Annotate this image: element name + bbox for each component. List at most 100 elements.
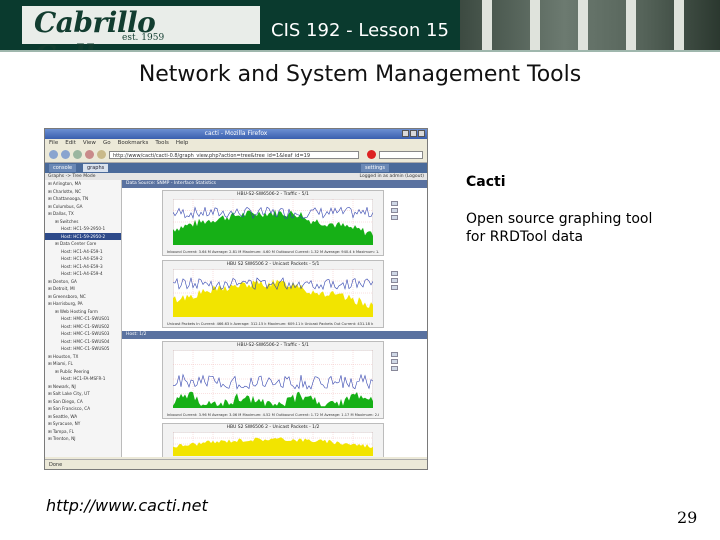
stop-icon[interactable] xyxy=(85,150,94,159)
tree-item[interactable]: ⊞ Seattle, WA xyxy=(45,413,121,421)
graph-title: HBU-S2-SW6506-2 - Traffic - 5/1 xyxy=(237,343,309,348)
graph-zoom-icons[interactable] xyxy=(391,201,401,229)
tree-item[interactable]: ⊞ Arlington, MA xyxy=(45,180,121,188)
tree-item[interactable]: ⊞ San Diego, CA xyxy=(45,398,121,406)
tree-item[interactable]: Host: HC1-A4-E59-4 xyxy=(45,270,121,278)
graph-zoom-icons[interactable] xyxy=(391,352,401,380)
header-divider xyxy=(0,50,720,52)
close-icon[interactable] xyxy=(418,130,425,137)
cacti-description: Open source graphing tool for RRDTool da… xyxy=(466,211,653,245)
breadcrumb: Graphs -> Tree Mode Logged in as admin (… xyxy=(45,173,427,180)
home-icon[interactable] xyxy=(97,150,106,159)
tree-item[interactable]: Host: HMC-C1-SWUS01 xyxy=(45,315,121,323)
logo-est: est. 1959 xyxy=(122,33,165,43)
menu-item[interactable]: Tools xyxy=(155,140,169,146)
menu-item[interactable]: View xyxy=(83,140,96,146)
tree-item[interactable]: ⊞ Tampa, FL xyxy=(45,428,121,436)
tree-item[interactable]: ⊞ Chattanooga, TN xyxy=(45,195,121,203)
tab-settings[interactable]: settings xyxy=(361,164,389,172)
window-title: cacti - Mozilla Firefox xyxy=(204,130,268,137)
tree-item[interactable]: ⊞ Switches xyxy=(45,218,121,226)
tree-item[interactable]: Host: HC1-FA-MSFR-1 xyxy=(45,375,121,383)
menu-item[interactable]: Bookmarks xyxy=(118,140,149,146)
traffic-graph-2 xyxy=(173,350,373,408)
tree-item[interactable]: Host: HC1-A4-E59-3 xyxy=(45,263,121,271)
tree-item[interactable]: ⊞ Trenton, NJ xyxy=(45,435,121,443)
college-logo: Cabrillo College est. 1959 xyxy=(22,6,260,50)
slide-title: Network and System Management Tools xyxy=(138,62,582,87)
graph-zoom-icons[interactable] xyxy=(391,271,401,299)
forward-icon[interactable] xyxy=(61,150,70,159)
graph-tree: ⊞ Arlington, MA ⊞ Charlotte, NC ⊞ Chattano… xyxy=(45,180,122,457)
cacti-tabbar: console graphs settings xyxy=(45,163,427,173)
cacti-heading: Cacti xyxy=(466,174,506,190)
tree-item[interactable]: Host: HMC-C1-SWUS05 xyxy=(45,345,121,353)
tree-item[interactable]: ⊞ Salt Lake City, UT xyxy=(45,390,121,398)
tree-item[interactable]: Host: HC1-A4-E59-1 xyxy=(45,248,121,256)
tree-item[interactable]: ⊞ Dallas, TX xyxy=(45,210,121,218)
tree-item[interactable]: Host: HC1-A4-E59-2 xyxy=(45,255,121,263)
graph-title: HBU S2 SW6506 2 - Unicast Packets - 5/1 xyxy=(226,262,320,267)
window-titlebar: cacti - Mozilla Firefox xyxy=(45,129,427,139)
graph-traffic-2[interactable]: HBU-S2-SW6506-2 - Traffic - 5/1 Inbound … xyxy=(162,341,398,419)
breadcrumb-text[interactable]: Graphs -> Tree Mode xyxy=(48,174,95,179)
menu-item[interactable]: File xyxy=(49,140,58,146)
browser-navbar: http://www/cacti/cacti-0.8/graph_view.ph… xyxy=(45,148,427,163)
page-number: 29 xyxy=(677,508,698,527)
menu-item[interactable]: Edit xyxy=(65,140,76,146)
graph-legend: Inbound Current: 3.96 M Average: 3.06 M … xyxy=(167,413,379,417)
graph-title: HBU S2 SW6506 2 - Unicast Packets - 1/2 xyxy=(226,425,320,430)
campus-photo xyxy=(460,0,720,50)
tree-item[interactable]: ⊞ Harrisburg, PA xyxy=(45,300,121,308)
slide-header: Cabrillo College est. 1959 CIS 192 - Les… xyxy=(0,0,720,50)
tree-item[interactable]: ⊞ Newark, NJ xyxy=(45,383,121,391)
url-bar[interactable]: http://www/cacti/cacti-0.8/graph_view.ph… xyxy=(109,151,359,159)
tree-item[interactable]: ⊞ Detroit, MI xyxy=(45,285,121,293)
tree-item[interactable]: ⊞ Columbus, GA xyxy=(45,203,121,211)
tree-item[interactable]: ⊞ Houston, TX xyxy=(45,353,121,361)
search-input[interactable] xyxy=(379,151,423,159)
graph-area: Data Source: SNMP - Interface Statistics… xyxy=(122,180,427,457)
tree-item[interactable]: ⊞ Miami, FL xyxy=(45,360,121,368)
graph-legend: Unicast Packets In Current: 466.63 k Ave… xyxy=(167,322,374,326)
packets-graph-2 xyxy=(173,432,373,456)
graph-legend: Inbound Current: 3.64 M Average: 2.81 M … xyxy=(167,250,379,254)
tree-item[interactable]: Host: HMC-C1-SWUS03 xyxy=(45,330,121,338)
tab-console[interactable]: console xyxy=(49,164,77,172)
graph-title: HBU-S2-SW6506-2 - Traffic - 5/1 xyxy=(237,192,309,197)
browser-menubar: File Edit View Go Bookmarks Tools Help xyxy=(45,139,427,148)
cacti-link[interactable]: http://www.cacti.net xyxy=(46,496,208,515)
menu-item[interactable]: Help xyxy=(176,140,189,146)
tree-item[interactable]: Host: HMC-C1-SWUS02 xyxy=(45,323,121,331)
maximize-icon[interactable] xyxy=(410,130,417,137)
lesson-title: CIS 192 - Lesson 15 xyxy=(271,20,449,41)
tree-item[interactable]: ⊞ Charlotte, NC xyxy=(45,188,121,196)
tree-item[interactable]: ⊞ Public Peering xyxy=(45,368,121,376)
back-icon[interactable] xyxy=(49,150,58,159)
tree-item[interactable]: ⊞ Web Hosting Farm xyxy=(45,308,121,316)
graph-traffic-1[interactable]: HBU-S2-SW6506-2 - Traffic - 5/1 Inbound … xyxy=(162,190,398,256)
menu-item[interactable]: Go xyxy=(103,140,111,146)
graph-packets-1[interactable]: HBU S2 SW6506 2 - Unicast Packets - 5/1 … xyxy=(162,260,398,328)
graph-packets-2[interactable]: HBU S2 SW6506 2 - Unicast Packets - 1/2 xyxy=(162,423,384,457)
section-title: Host: 1/2 xyxy=(122,331,427,339)
tree-item[interactable]: ⊞ Greensboro, NC xyxy=(45,293,121,301)
packets-graph-1 xyxy=(173,269,373,317)
cacti-browser-screenshot: cacti - Mozilla Firefox File Edit View Go Bo… xyxy=(44,128,428,470)
tree-item[interactable]: ⊞ Data Center Core xyxy=(45,240,121,248)
login-info[interactable]: Logged in as admin (Logout) xyxy=(360,173,424,180)
tree-item[interactable]: ⊞ Denton, GA xyxy=(45,278,121,286)
tree-item[interactable]: ⊞ Syracuse, NY xyxy=(45,420,121,428)
go-icon[interactable] xyxy=(367,150,376,159)
tab-graphs[interactable]: graphs xyxy=(83,164,109,172)
traffic-graph-1 xyxy=(173,199,373,245)
tree-item[interactable]: Host: HC1-59-2950-1 xyxy=(45,225,121,233)
section-title: Data Source: SNMP - Interface Statistics xyxy=(122,180,427,188)
tree-item[interactable]: ⊞ San Francisco, CA xyxy=(45,405,121,413)
tree-item[interactable]: Host: HMC-C1-SWUS04 xyxy=(45,338,121,346)
logo-text: Cabrillo College xyxy=(34,6,156,50)
browser-statusbar: Done xyxy=(45,459,427,469)
tree-item[interactable]: Host: HC1-59-2950-2 xyxy=(45,232,121,240)
minimize-icon[interactable] xyxy=(402,130,409,137)
reload-icon[interactable] xyxy=(73,150,82,159)
